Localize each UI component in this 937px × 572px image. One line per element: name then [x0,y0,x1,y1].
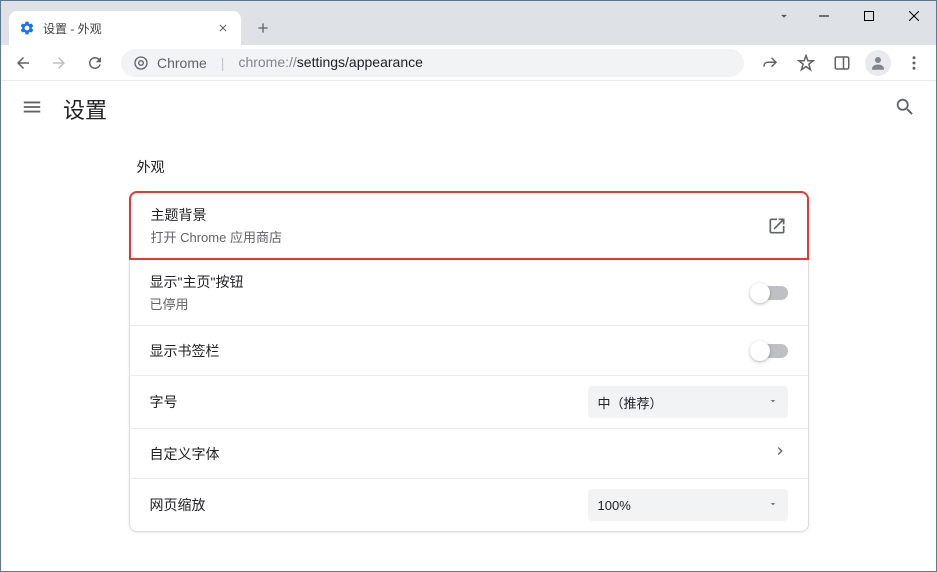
custom-fonts-row[interactable]: 自定义字体 [130,429,808,479]
bookmarks-bar-toggle[interactable] [752,344,788,358]
theme-row[interactable]: 主题背景 打开 Chrome 应用商店 [131,193,807,258]
close-window-button[interactable] [891,1,936,31]
new-tab-button[interactable] [249,14,277,42]
bookmark-button[interactable] [790,47,822,79]
theme-title: 主题背景 [151,205,767,225]
settings-content: 外观 主题背景 打开 Chrome 应用商店 显示"主页"按钮 已停用 [1,137,936,552]
page-zoom-title: 网页缩放 [150,495,588,515]
share-button[interactable] [754,47,786,79]
font-size-dropdown[interactable]: 中（推荐） [588,386,788,418]
close-tab-icon[interactable] [215,20,231,36]
home-button-toggle[interactable] [752,286,788,300]
chrome-icon [133,55,149,71]
browser-toolbar: Chrome | chrome://settings/appearance [1,45,936,81]
font-size-title: 字号 [150,392,588,412]
dropdown-arrow-icon [768,393,778,411]
back-button[interactable] [7,47,39,79]
maximize-button[interactable] [846,1,891,31]
menu-button[interactable] [898,47,930,79]
chevron-right-icon [772,443,788,464]
highlight-box: 主题背景 打开 Chrome 应用商店 [129,191,809,260]
side-panel-button[interactable] [826,47,858,79]
window-titlebar: 设置 - 外观 [1,1,936,45]
bookmarks-bar-row: 显示书签栏 [130,326,808,376]
home-button-row: 显示"主页"按钮 已停用 [130,260,808,326]
dropdown-arrow-icon [768,496,778,514]
url-chrome-label: Chrome [157,55,207,71]
page-zoom-value: 100% [598,498,760,513]
minimize-button[interactable] [801,1,846,31]
home-button-subtitle: 已停用 [150,294,752,313]
profile-button[interactable] [862,47,894,79]
tab-search-button[interactable] [766,1,801,31]
home-button-title: 显示"主页"按钮 [150,272,752,292]
settings-header: 设置 [1,81,936,137]
address-bar[interactable]: Chrome | chrome://settings/appearance [121,49,744,77]
search-icon[interactable] [894,96,916,123]
page-zoom-row: 网页缩放 100% [130,479,808,531]
reload-button[interactable] [79,47,111,79]
section-label: 外观 [129,137,809,191]
tab-title: 设置 - 外观 [43,20,207,37]
bookmarks-bar-title: 显示书签栏 [150,341,752,361]
page-title: 设置 [63,93,107,125]
url-text: chrome://settings/appearance [238,54,422,72]
url-separator: | [221,55,225,71]
font-size-value: 中（推荐） [598,393,760,412]
font-size-row: 字号 中（推荐） [130,376,808,429]
gear-icon [19,20,35,36]
theme-subtitle: 打开 Chrome 应用商店 [151,227,767,246]
custom-fonts-title: 自定义字体 [150,444,772,464]
browser-tab[interactable]: 设置 - 外观 [9,11,241,45]
page-zoom-dropdown[interactable]: 100% [588,489,788,521]
window-controls [766,1,936,31]
menu-icon[interactable] [21,96,43,123]
open-external-icon [767,216,787,236]
appearance-card: 主题背景 打开 Chrome 应用商店 显示"主页"按钮 已停用 显示书签栏 [129,191,809,532]
forward-button[interactable] [43,47,75,79]
